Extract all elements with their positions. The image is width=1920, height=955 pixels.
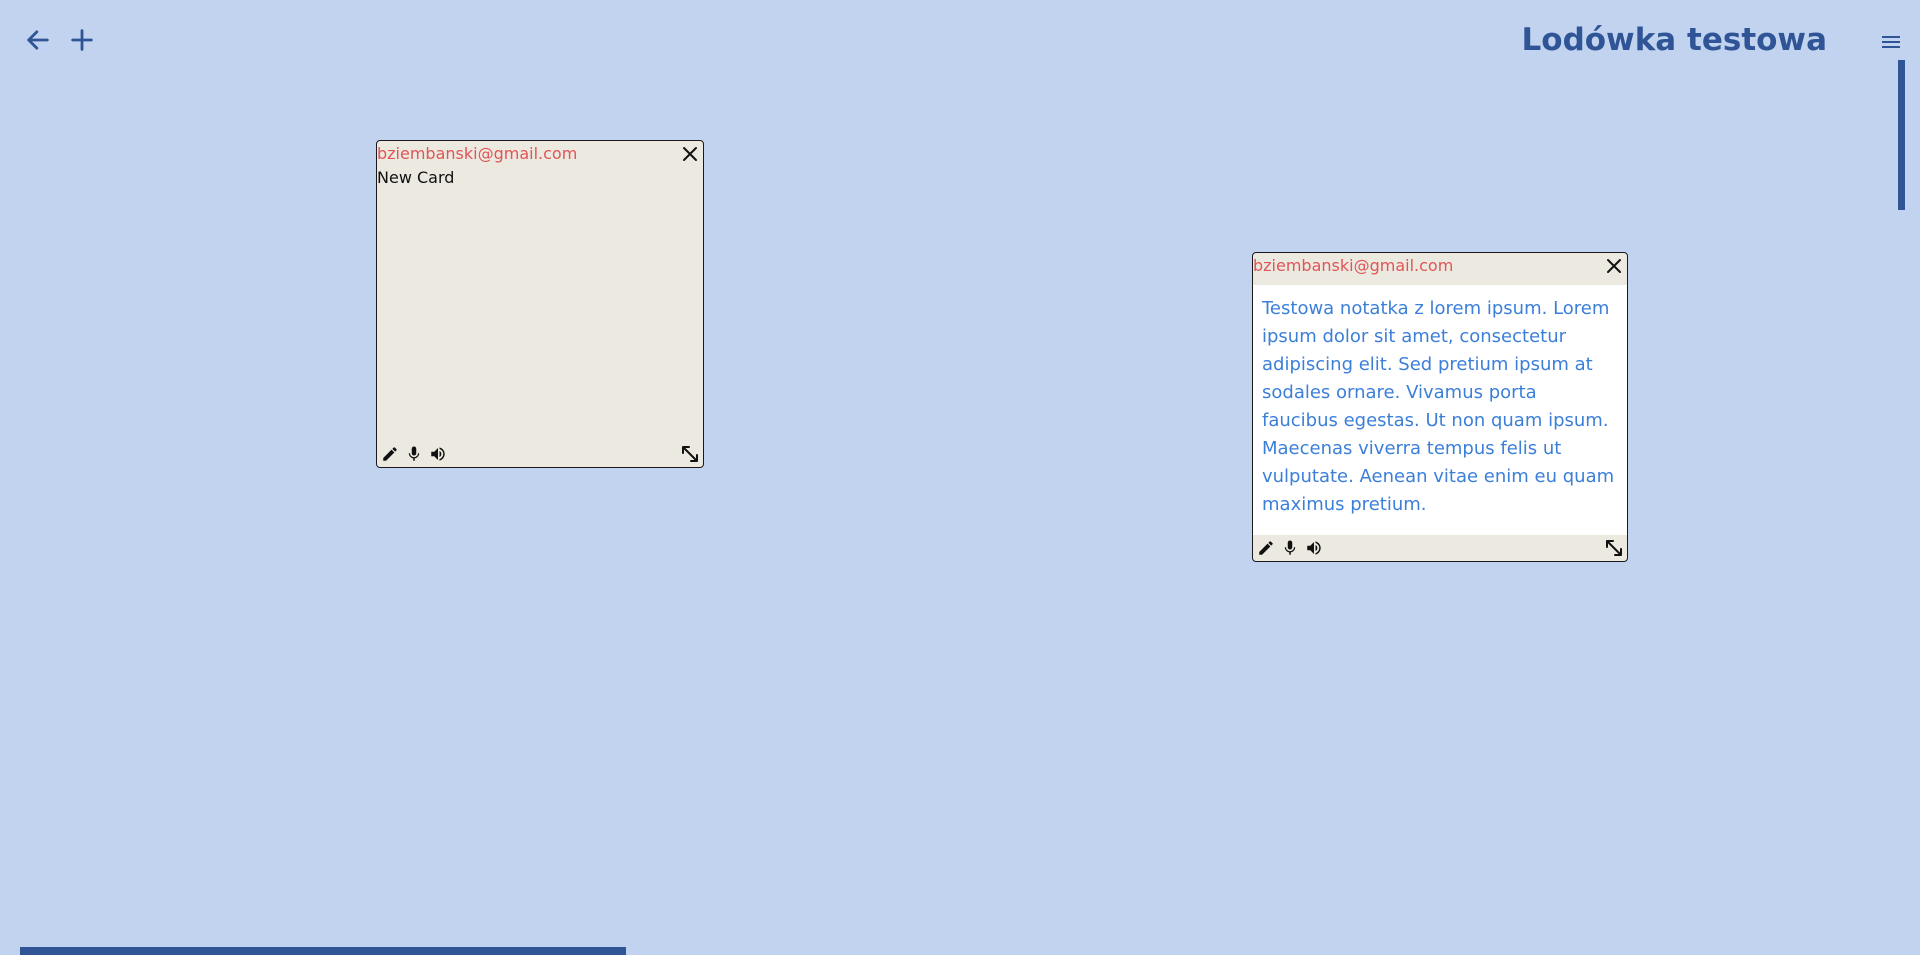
card-text[interactable]: Testowa notatka z lorem ipsum. Lorem ips… — [1262, 295, 1618, 519]
horizontal-scrollbar[interactable] — [20, 947, 626, 955]
card-title[interactable]: New Card — [377, 167, 703, 189]
resize-diagonal-icon[interactable] — [1603, 537, 1625, 559]
board-canvas[interactable]: Lodówka testowa bziembanski@gmail.com Ne… — [0, 0, 1920, 955]
pencil-icon[interactable] — [1255, 537, 1277, 559]
card-toolbar — [1253, 535, 1627, 561]
close-icon[interactable] — [1604, 256, 1624, 276]
microphone-icon[interactable] — [403, 443, 425, 465]
card-owner: bziembanski@gmail.com — [1253, 256, 1454, 275]
note-card[interactable]: bziembanski@gmail.com Testowa notatka z … — [1252, 252, 1628, 562]
note-card[interactable]: bziembanski@gmail.com New Card — [376, 140, 704, 468]
card-header[interactable]: bziembanski@gmail.com — [377, 141, 703, 167]
resize-diagonal-icon[interactable] — [679, 443, 701, 465]
card-toolbar — [377, 441, 703, 467]
speaker-icon[interactable] — [1303, 537, 1325, 559]
plus-icon[interactable] — [62, 20, 102, 60]
vertical-scrollbar[interactable] — [1898, 60, 1905, 210]
arrow-left-icon[interactable] — [18, 20, 58, 60]
speaker-icon[interactable] — [427, 443, 449, 465]
card-header[interactable]: bziembanski@gmail.com — [1253, 253, 1627, 279]
close-icon[interactable] — [680, 144, 700, 164]
card-text-area[interactable]: Testowa notatka z lorem ipsum. Lorem ips… — [1253, 285, 1627, 535]
microphone-icon[interactable] — [1279, 537, 1301, 559]
pencil-icon[interactable] — [379, 443, 401, 465]
hamburger-menu-icon[interactable] — [1879, 30, 1903, 54]
card-owner: bziembanski@gmail.com — [377, 144, 578, 163]
board-title: Lodówka testowa — [1521, 22, 1827, 58]
